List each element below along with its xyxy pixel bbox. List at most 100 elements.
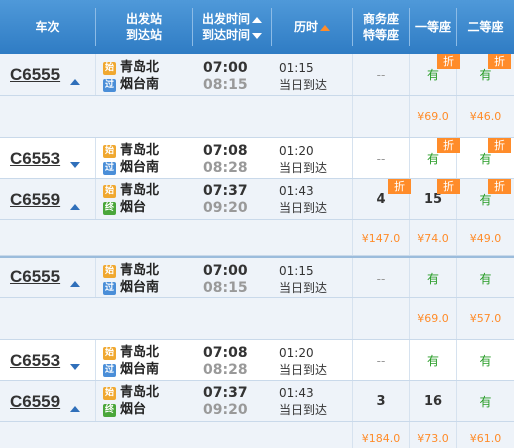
arrival-day: 当日到达 bbox=[279, 78, 328, 92]
train-row: C6555 始青岛北 过烟台南 07:00 08:15 01:15 当日到达 -… bbox=[0, 256, 514, 298]
business-price: ¥184.0 bbox=[361, 432, 401, 445]
business-price: ¥147.0 bbox=[361, 231, 401, 245]
departure-time: 07:08 bbox=[203, 345, 248, 361]
first-class-seat[interactable]: 有 bbox=[410, 340, 456, 381]
start-station-icon: 始 bbox=[103, 265, 116, 278]
second-class-price: ¥49.0 bbox=[469, 231, 502, 245]
from-station: 始青岛北 bbox=[103, 183, 160, 198]
arrival-day: 当日到达 bbox=[279, 281, 328, 295]
to-station: 过烟台南 bbox=[103, 160, 160, 175]
discount-badge: 折 bbox=[437, 138, 460, 153]
arrival-time: 09:20 bbox=[203, 402, 248, 418]
header-times[interactable]: 出发时间 到达时间 bbox=[193, 0, 271, 54]
price-row: ¥69.0 ¥46.0 bbox=[0, 96, 514, 138]
departure-time: 07:37 bbox=[203, 385, 248, 401]
to-station: 终烟台 bbox=[103, 200, 147, 215]
from-station: 始青岛北 bbox=[103, 143, 160, 158]
discount-badge: 折 bbox=[437, 179, 460, 194]
duration: 01:15 bbox=[279, 61, 314, 75]
price-row: ¥184.0 ¥73.0 ¥61.0 bbox=[0, 422, 514, 448]
train-number[interactable]: C6559 bbox=[10, 190, 60, 210]
start-station-icon: 始 bbox=[103, 347, 116, 360]
departure-time: 07:00 bbox=[203, 263, 248, 279]
collapse-stops-icon[interactable] bbox=[70, 281, 80, 287]
second-class-seat[interactable]: 有 bbox=[457, 381, 514, 422]
to-station: 过烟台南 bbox=[103, 362, 160, 377]
sort-desc-icon[interactable] bbox=[252, 32, 262, 39]
arrival-time: 08:15 bbox=[203, 77, 248, 93]
second-class-price: ¥61.0 bbox=[469, 432, 502, 445]
business-seat: -- bbox=[376, 67, 386, 82]
start-station-icon: 始 bbox=[103, 387, 116, 400]
header-stations: 出发站 到达站 bbox=[125, 12, 162, 42]
duration: 01:43 bbox=[279, 386, 314, 400]
train-row: C6553 始青岛北 过烟台南 07:08 08:28 01:20 当日到达 -… bbox=[0, 138, 514, 179]
train-number[interactable]: C6553 bbox=[10, 351, 60, 371]
first-class-price: ¥74.0 bbox=[417, 231, 449, 245]
duration: 01:20 bbox=[279, 346, 314, 360]
pass-station-icon: 过 bbox=[103, 162, 116, 175]
sort-duration-icon[interactable] bbox=[320, 24, 330, 31]
sort-asc-icon[interactable] bbox=[252, 16, 262, 23]
duration: 01:15 bbox=[279, 264, 314, 278]
train-row: C6559 始青岛北 终烟台 07:37 09:20 01:43 当日到达 4 … bbox=[0, 179, 514, 220]
end-station-icon: 终 bbox=[103, 404, 116, 417]
arrival-day: 当日到达 bbox=[279, 201, 328, 215]
to-station: 过烟台南 bbox=[103, 280, 160, 295]
collapse-stops-icon[interactable] bbox=[70, 79, 80, 85]
end-station-icon: 终 bbox=[103, 202, 116, 215]
from-station: 始青岛北 bbox=[103, 385, 160, 400]
departure-time: 07:37 bbox=[203, 183, 248, 199]
discount-badge: 折 bbox=[488, 179, 511, 194]
discount-badge: 折 bbox=[388, 179, 411, 194]
duration: 01:43 bbox=[279, 184, 314, 198]
train-number[interactable]: C6559 bbox=[10, 392, 60, 412]
collapse-stops-icon[interactable] bbox=[70, 406, 80, 412]
price-row: ¥69.0 ¥57.0 bbox=[0, 298, 514, 340]
pass-station-icon: 过 bbox=[103, 282, 116, 295]
first-class-seat[interactable]: 16 bbox=[410, 381, 456, 422]
header-train[interactable]: 车次 bbox=[0, 0, 95, 54]
pass-station-icon: 过 bbox=[103, 364, 116, 377]
start-station-icon: 始 bbox=[103, 145, 116, 158]
discount-badge: 折 bbox=[488, 54, 511, 69]
arrival-time: 08:28 bbox=[203, 362, 248, 378]
discount-badge: 折 bbox=[488, 138, 511, 153]
second-class-price: ¥57.0 bbox=[469, 312, 502, 325]
train-number[interactable]: C6555 bbox=[10, 65, 60, 85]
table-header: 车次 出发站 到达站 出发时间 到达时间 历时 商务座 特等座 一等座 二等座 bbox=[0, 0, 514, 54]
arrival-day: 当日到达 bbox=[279, 363, 328, 377]
price-row: ¥147.0 ¥74.0 ¥49.0 bbox=[0, 220, 514, 256]
departure-time: 07:08 bbox=[203, 143, 248, 159]
second-class-seat[interactable]: 有 bbox=[457, 340, 514, 381]
collapse-stops-icon[interactable] bbox=[70, 204, 80, 210]
train-number[interactable]: C6553 bbox=[10, 149, 60, 169]
business-seat[interactable]: 3 bbox=[353, 381, 409, 422]
header-business-seat: 商务座 特等座 bbox=[362, 12, 399, 42]
first-class-price: ¥69.0 bbox=[417, 312, 449, 325]
from-station: 始青岛北 bbox=[103, 60, 160, 75]
expand-stops-icon[interactable] bbox=[70, 364, 80, 370]
start-station-icon: 始 bbox=[103, 62, 116, 75]
arrival-time: 08:15 bbox=[203, 280, 248, 296]
first-class-price: ¥69.0 bbox=[417, 110, 449, 123]
business-seat: -- bbox=[376, 151, 386, 166]
first-class-seat[interactable]: 有 bbox=[410, 258, 456, 299]
header-second-class: 二等座 bbox=[467, 20, 504, 34]
duration: 01:20 bbox=[279, 144, 314, 158]
discount-badge: 折 bbox=[437, 54, 460, 69]
arrival-day: 当日到达 bbox=[279, 161, 328, 175]
header-duration[interactable]: 历时 bbox=[272, 0, 352, 54]
pass-station-icon: 过 bbox=[103, 79, 116, 92]
train-number[interactable]: C6555 bbox=[10, 267, 60, 287]
to-station: 过烟台南 bbox=[103, 77, 160, 92]
train-row: C6559 始青岛北 终烟台 07:37 09:20 01:43 当日到达 3 … bbox=[0, 381, 514, 422]
arrival-day: 当日到达 bbox=[279, 403, 328, 417]
departure-time: 07:00 bbox=[203, 60, 248, 76]
business-seat: -- bbox=[376, 271, 386, 286]
train-results-table: 车次 出发站 到达站 出发时间 到达时间 历时 商务座 特等座 一等座 二等座 bbox=[0, 0, 514, 448]
second-class-price: ¥46.0 bbox=[469, 110, 502, 123]
to-station: 终烟台 bbox=[103, 402, 147, 417]
expand-stops-icon[interactable] bbox=[70, 162, 80, 168]
second-class-seat[interactable]: 有 bbox=[457, 258, 514, 299]
